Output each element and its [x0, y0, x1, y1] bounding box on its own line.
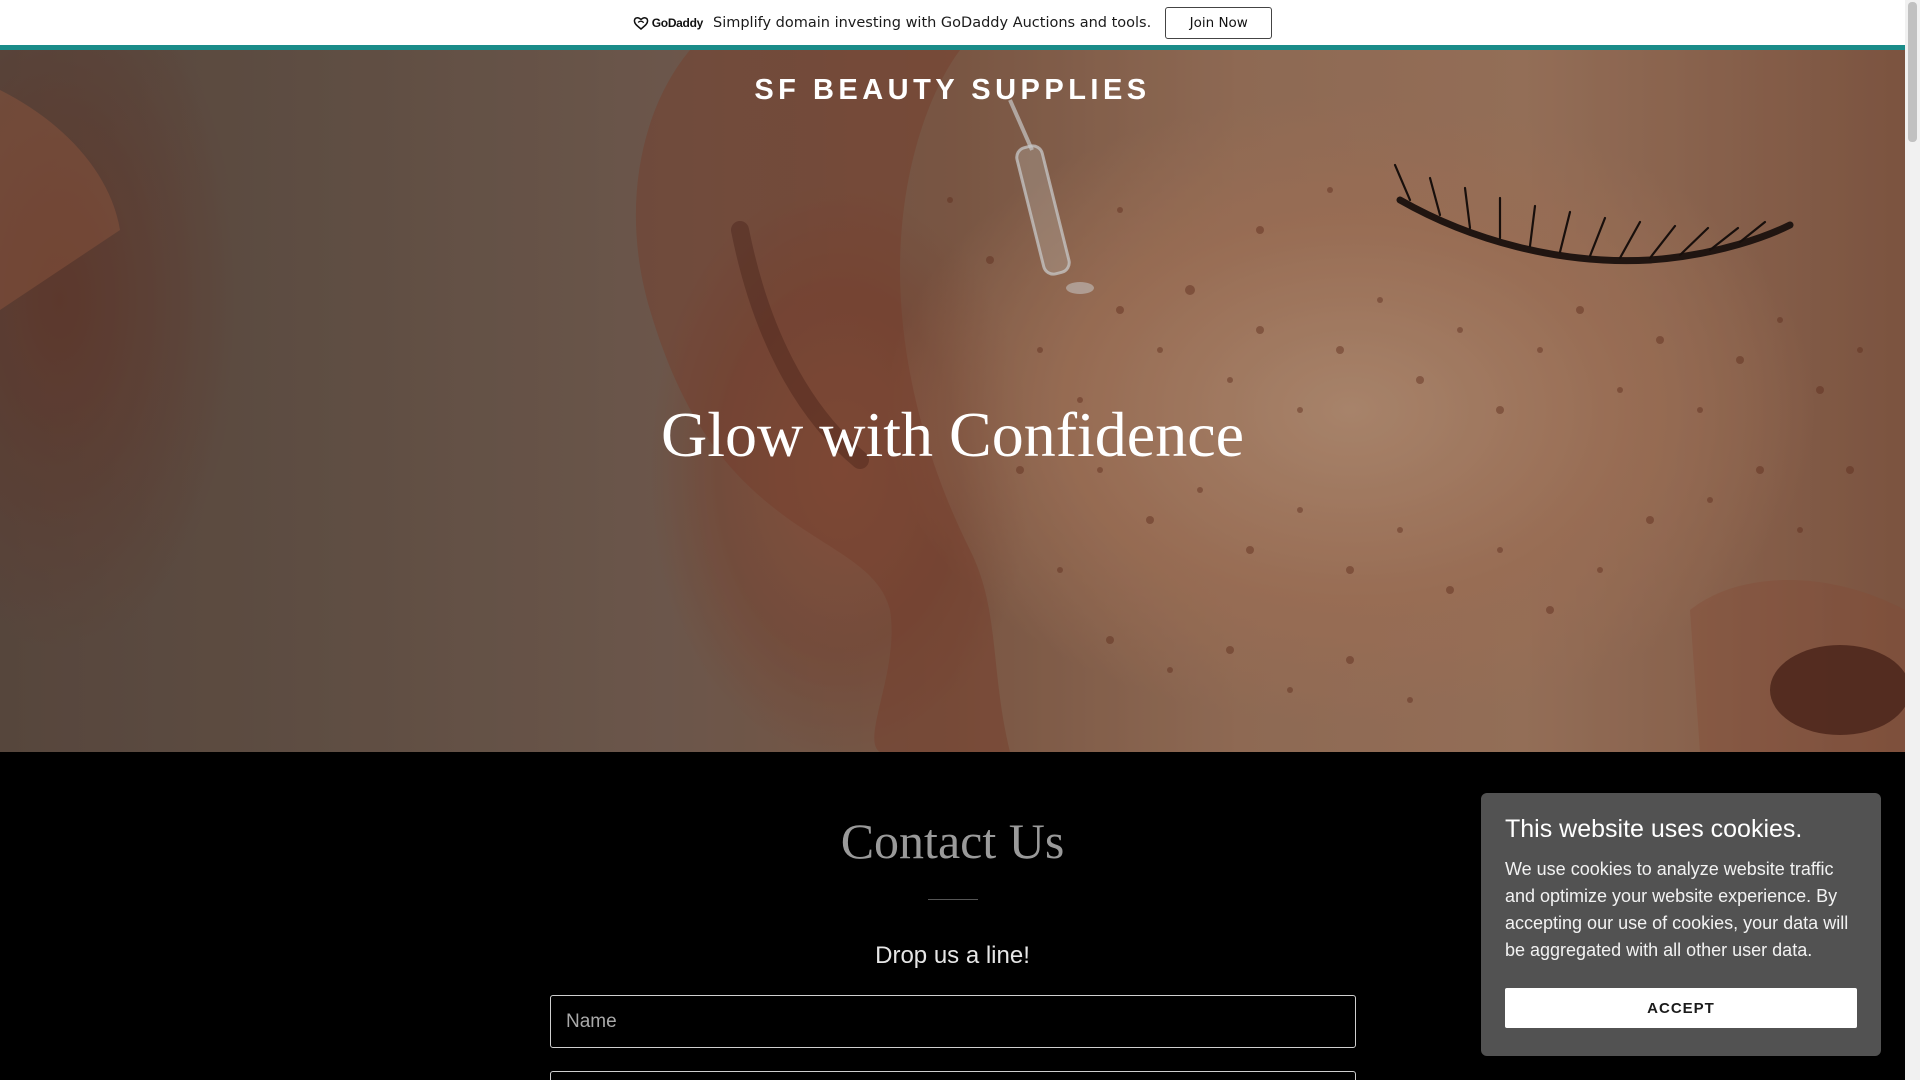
title-divider	[928, 899, 978, 900]
page: GoDaddy Simplify domain investing with G…	[0, 0, 1920, 1080]
promo-message: Simplify domain investing with GoDaddy A…	[713, 14, 1152, 31]
scrollbar-thumb[interactable]	[1908, 2, 1917, 142]
cookie-title: This website uses cookies.	[1505, 815, 1803, 843]
godaddy-logo[interactable]: GoDaddy	[633, 16, 703, 30]
godaddy-logo-text: GoDaddy	[651, 15, 704, 30]
promo-bar: GoDaddy Simplify domain investing with G…	[0, 0, 1905, 45]
cookie-message: We use cookies to analyze website traffi…	[1505, 859, 1849, 960]
hero-heading: Glow with Confidence	[661, 399, 1244, 470]
accent-divider	[0, 45, 1905, 50]
accept-cookies-button[interactable]: ACCEPT	[1505, 988, 1857, 1028]
cookie-banner: This website uses cookies. We use cookie…	[1481, 793, 1881, 1056]
join-now-button[interactable]: Join Now	[1165, 6, 1273, 39]
email-input[interactable]	[550, 1071, 1356, 1080]
godaddy-heart-icon	[633, 16, 649, 30]
page-scrollbar[interactable]	[1905, 0, 1920, 1080]
name-input[interactable]	[550, 995, 1356, 1048]
site-title[interactable]: SF BEAUTY SUPPLIES	[0, 74, 1905, 107]
